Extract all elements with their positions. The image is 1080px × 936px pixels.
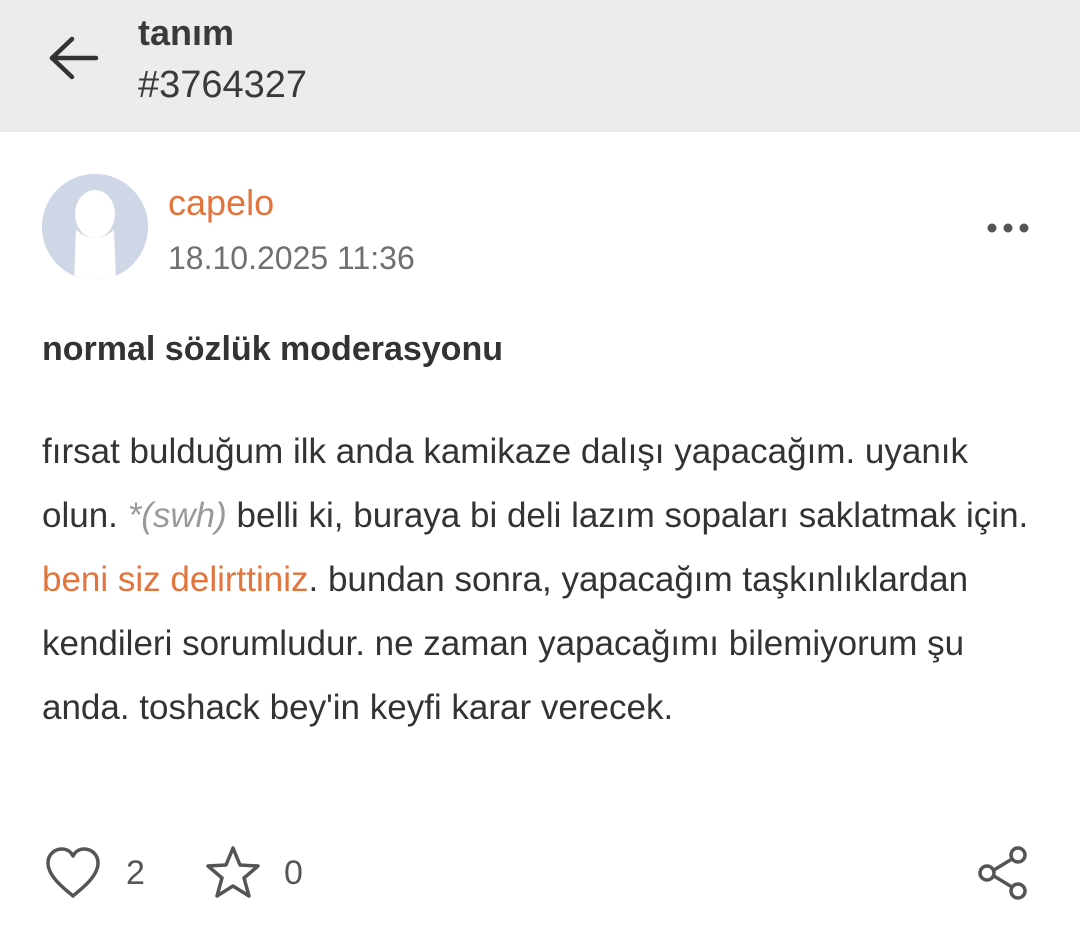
favorite-count: 0 bbox=[284, 854, 303, 892]
share-button[interactable] bbox=[972, 842, 1034, 904]
entry-date: 18.10.2025 11:36 bbox=[168, 240, 415, 276]
swh-link[interactable]: *(swh) bbox=[128, 496, 227, 535]
heart-icon bbox=[46, 847, 100, 898]
entry-text-part2: belli ki, buraya bi deli lazım sopaları … bbox=[226, 496, 1029, 535]
avatar[interactable] bbox=[42, 174, 148, 280]
page-title: tanım bbox=[138, 12, 235, 53]
more-button[interactable] bbox=[980, 212, 1036, 244]
favorite-button[interactable] bbox=[202, 842, 264, 904]
entry-id[interactable]: #3764327 bbox=[138, 64, 307, 107]
like-count: 2 bbox=[126, 854, 145, 892]
app-bar: tanım #3764327 bbox=[0, 0, 1080, 132]
back-button[interactable] bbox=[40, 30, 108, 86]
star-icon bbox=[206, 846, 260, 898]
author-name[interactable]: capelo bbox=[168, 182, 274, 224]
share-icon bbox=[978, 846, 1027, 900]
arrow-left-icon bbox=[49, 36, 99, 80]
more-icon bbox=[987, 223, 1029, 233]
like-button[interactable] bbox=[42, 842, 104, 904]
user-silhouette-icon bbox=[42, 174, 148, 280]
topic-title[interactable]: normal sözlük moderasyonu bbox=[42, 330, 503, 369]
entry-reference-link[interactable]: beni siz delirttiniz bbox=[42, 560, 309, 599]
entry-body: fırsat bulduğum ilk anda kamikaze dalışı… bbox=[42, 420, 1042, 740]
entry-actions: 2 0 bbox=[42, 838, 1042, 908]
